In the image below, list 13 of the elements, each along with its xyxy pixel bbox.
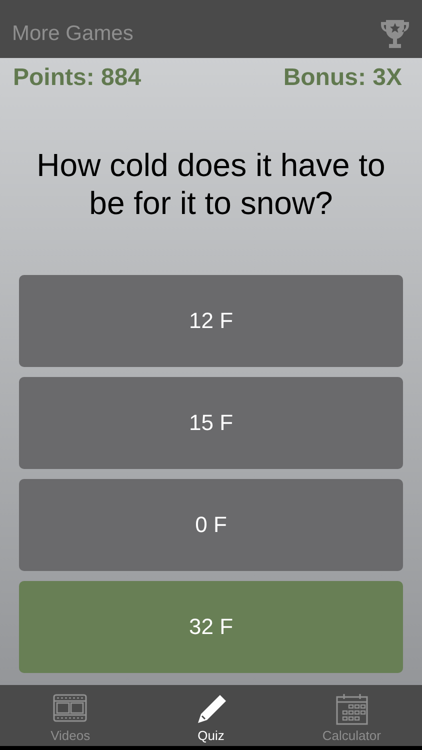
answer-button[interactable]: 12 F (19, 274, 403, 367)
calendar-icon (334, 692, 370, 726)
more-games-link[interactable]: More Games (12, 18, 134, 50)
points-label: Points: 884 (13, 63, 142, 93)
trophy-icon[interactable] (380, 18, 410, 50)
question-text: How cold does it have to be for it to snow? (36, 146, 386, 223)
bonus-label: Bonus: 3X (283, 63, 402, 93)
answer-button[interactable]: 0 F (19, 478, 403, 571)
tab[interactable]: Quiz (140, 685, 282, 746)
answer-button[interactable]: 32 F (19, 580, 403, 673)
tab[interactable]: Videos (0, 685, 141, 746)
answer-button[interactable]: 15 F (19, 376, 403, 469)
tab[interactable]: Calculator (281, 685, 422, 746)
